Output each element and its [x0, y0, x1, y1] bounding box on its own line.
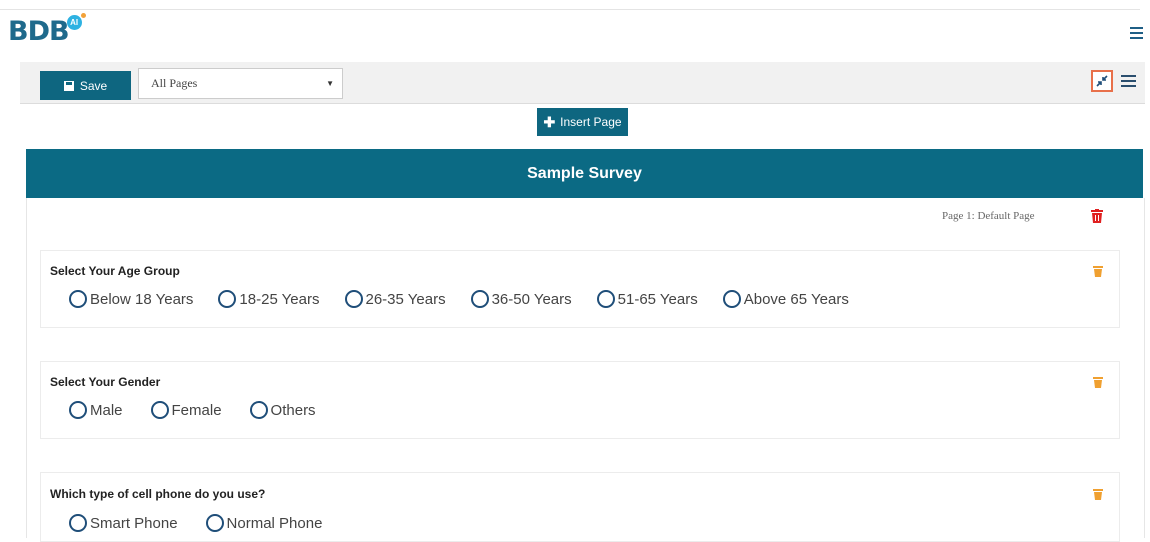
option-smart-phone[interactable]: Smart Phone — [69, 514, 178, 532]
toolbar-menu-icon[interactable] — [1121, 75, 1136, 89]
radio-button[interactable] — [150, 401, 169, 419]
survey-title: Sample Survey — [527, 164, 642, 182]
question-title: Select Your Age Group — [50, 264, 180, 278]
question-card-phone: Which type of cell phone do you use? Sma… — [40, 472, 1120, 542]
radio-button[interactable] — [205, 514, 224, 532]
page-select-value: All Pages — [151, 76, 198, 90]
question-title: Select Your Gender — [50, 375, 161, 389]
save-button[interactable]: Save — [40, 71, 131, 100]
page-label: Page 1: Default Page — [942, 210, 1035, 222]
question-card-gender: Select Your Gender Male Female Others — [40, 361, 1120, 439]
bdb-logo: BDB AI — [8, 13, 89, 47]
delete-question-icon[interactable] — [1093, 487, 1103, 505]
radio-button[interactable] — [470, 290, 489, 308]
option-36-50[interactable]: 36-50 Years — [470, 290, 572, 308]
designer-toolbar: Save All Pages ▼ — [20, 62, 1145, 104]
option-male[interactable]: Male — [69, 401, 123, 419]
option-normal-phone[interactable]: Normal Phone — [205, 514, 322, 532]
plus-icon: ✚ — [543, 113, 556, 130]
radio-button[interactable] — [722, 290, 741, 308]
logo-ai-badge: AI — [66, 15, 82, 30]
option-below-18[interactable]: Below 18 Years — [69, 290, 193, 308]
insert-page-label: Insert Page — [560, 115, 622, 129]
age-options: Below 18 Years 18-25 Years 26-35 Years 3… — [69, 290, 849, 308]
chevron-down-icon: ▼ — [326, 79, 334, 88]
option-others[interactable]: Others — [249, 401, 316, 419]
option-26-35[interactable]: 26-35 Years — [344, 290, 446, 308]
radio-button[interactable] — [69, 401, 87, 419]
page-select[interactable]: All Pages ▼ — [138, 68, 343, 99]
logo-text: BDB — [8, 16, 70, 47]
radio-button[interactable] — [69, 290, 87, 308]
delete-question-icon[interactable] — [1093, 264, 1103, 282]
collapse-arrows-icon — [1096, 75, 1108, 87]
delete-page-icon[interactable] — [1091, 209, 1103, 228]
insert-page-button[interactable]: ✚ Insert Page — [537, 108, 628, 136]
top-divider — [0, 9, 1140, 10]
delete-question-icon[interactable] — [1093, 375, 1103, 393]
radio-button[interactable] — [249, 401, 268, 419]
radio-button[interactable] — [596, 290, 615, 308]
question-title: Which type of cell phone do you use? — [50, 487, 266, 501]
option-above-65[interactable]: Above 65 Years — [722, 290, 849, 308]
collapse-icon[interactable] — [1091, 70, 1113, 92]
question-card-age: Select Your Age Group Below 18 Years 18-… — [40, 250, 1120, 328]
save-disk-icon — [63, 80, 74, 91]
radio-button[interactable] — [218, 290, 237, 308]
option-female[interactable]: Female — [150, 401, 222, 419]
save-button-label: Save — [79, 78, 108, 93]
radio-button[interactable] — [69, 514, 87, 532]
option-51-65[interactable]: 51-65 Years — [596, 290, 698, 308]
radio-button[interactable] — [344, 290, 363, 308]
option-18-25[interactable]: 18-25 Years — [218, 290, 320, 308]
main-menu-icon[interactable] — [1130, 27, 1143, 39]
gender-options: Male Female Others — [69, 401, 316, 419]
logo-dot — [80, 13, 86, 18]
survey-title-bar: Sample Survey — [26, 149, 1143, 198]
phone-options: Smart Phone Normal Phone — [69, 514, 322, 532]
